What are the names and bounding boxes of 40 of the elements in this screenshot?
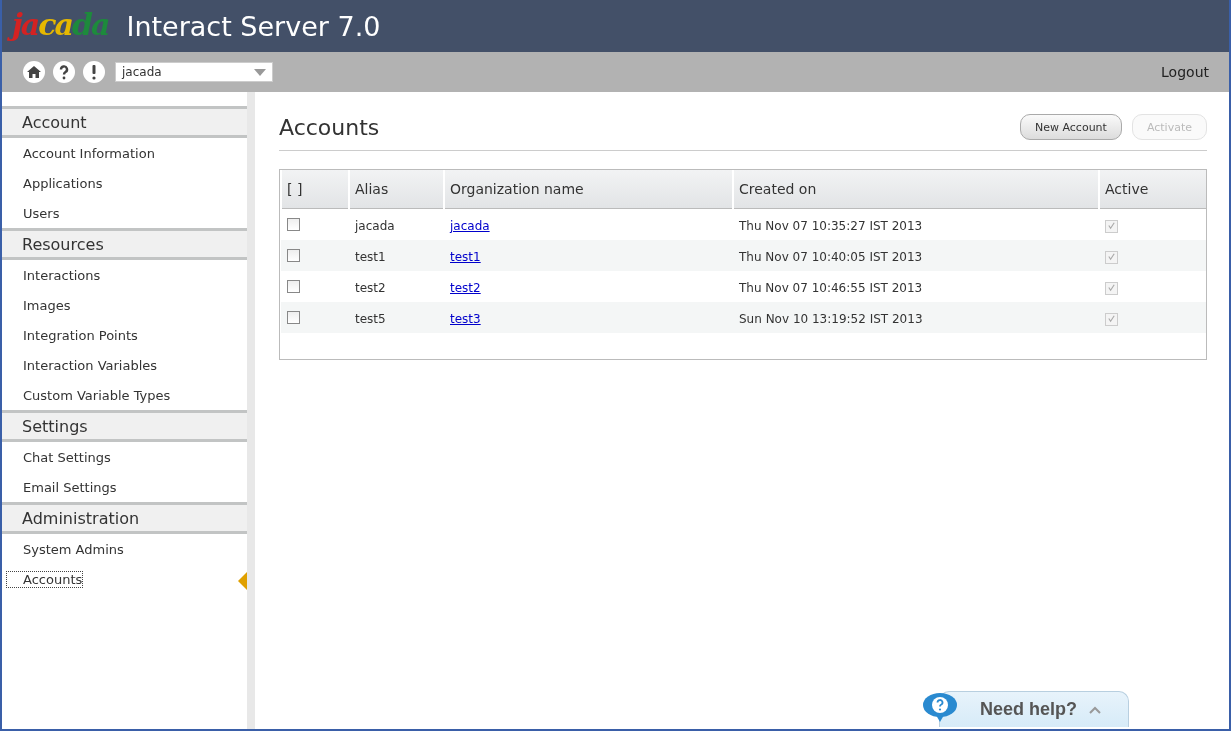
table-cell: Thu Nov 07 10:35:27 IST 2013 [733,208,1099,240]
logo: jacada [8,4,117,48]
page-title: Accounts [279,114,381,140]
table-cell: Thu Nov 07 10:46:55 IST 2013 [733,271,1099,302]
sidebar-item[interactable]: Accounts [7,571,83,587]
sidebar-item[interactable]: Email Settings [7,479,117,495]
help-widget[interactable]: Need help? [939,691,1129,727]
table-cell: test5 [349,302,444,333]
sidebar-item[interactable]: Applications [7,175,103,191]
sidebar-item[interactable]: Images [7,297,71,313]
sidebar-item[interactable]: System Admins [7,541,124,557]
column-header: Organization name [444,170,733,209]
column-header: Alias [349,170,444,209]
sidebar-group-header: Administration [2,502,247,534]
sidebar-item[interactable]: Users [7,205,60,221]
table-cell: Sun Nov 10 13:19:52 IST 2013 [733,302,1099,333]
logout-link[interactable]: Logout [1161,64,1209,80]
sidebar-group-header: Settings [2,410,247,442]
table-cell: test2 [349,271,444,302]
organization-link[interactable]: jacada [450,219,490,233]
organization-link[interactable]: test2 [450,281,481,295]
column-header: [ ] [281,170,349,209]
table-cell: test1 [349,240,444,271]
table-cell: Thu Nov 07 10:40:05 IST 2013 [733,240,1099,271]
sidebar-item[interactable]: Interaction Variables [7,357,158,373]
sidebar-item[interactable]: Integration Points [7,327,138,343]
column-header: Created on [733,170,1099,209]
column-header: Active [1099,170,1206,209]
account-select[interactable]: jacada [115,62,273,82]
sidebar-item[interactable]: Account Information [7,145,155,161]
sidebar-item[interactable]: Chat Settings [7,449,111,465]
sidebar-group-header: Resources [2,228,247,260]
table-cell: jacada [349,208,444,240]
action-button[interactable]: New Account [1020,114,1122,140]
organization-link[interactable]: test3 [450,312,481,326]
sidebar-item[interactable]: Custom Variable Types [7,387,171,403]
organization-link[interactable]: test1 [450,250,481,264]
sidebar-group-header: Account [2,106,247,138]
app-title: Interact Server 7.0 [126,10,381,42]
sidebar-item[interactable]: Interactions [7,267,101,283]
